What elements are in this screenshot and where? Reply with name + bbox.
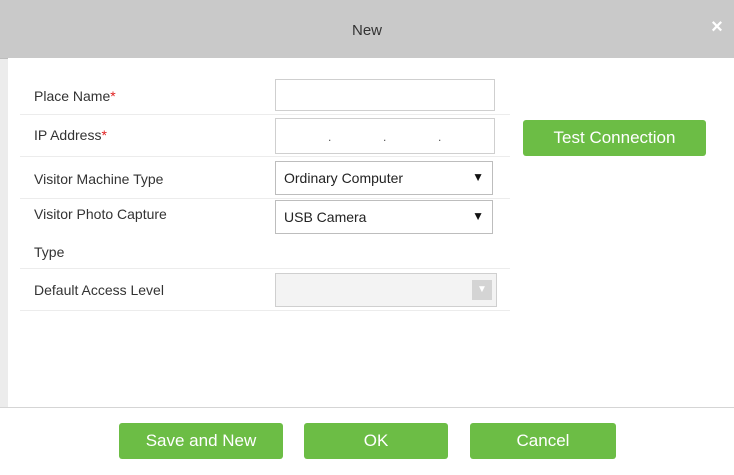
visitor-photo-capture-type-row: Visitor Photo Capture Type USB Camera ▼ bbox=[20, 200, 510, 269]
visitor-photo-capture-type-select[interactable]: USB Camera ▼ bbox=[275, 200, 493, 234]
place-name-row: Place Name* bbox=[20, 76, 510, 115]
visitor-machine-type-label: Visitor Machine Type bbox=[34, 171, 164, 187]
ip-separator: . bbox=[383, 130, 387, 144]
dialog-titlebar: New × bbox=[0, 0, 734, 59]
default-access-level-select[interactable]: ▼ bbox=[275, 273, 497, 307]
default-access-level-label: Default Access Level bbox=[34, 282, 164, 298]
visitor-photo-capture-type-label-cont: Type bbox=[34, 244, 65, 260]
dialog-footer: Save and New OK Cancel bbox=[0, 408, 734, 475]
dialog-title: New bbox=[351, 22, 382, 39]
close-icon[interactable]: × bbox=[708, 17, 726, 37]
chevron-down-icon: ▼ bbox=[477, 284, 487, 295]
required-mark: * bbox=[101, 127, 107, 143]
place-name-label-text: Place Name bbox=[34, 88, 111, 104]
ip-address-label-text: IP Address bbox=[34, 127, 102, 143]
ok-button[interactable]: OK bbox=[304, 423, 448, 459]
visitor-machine-type-value: Ordinary Computer bbox=[284, 170, 404, 186]
ip-separator: . bbox=[438, 130, 442, 144]
chevron-down-icon: ▼ bbox=[472, 170, 484, 184]
test-connection-button[interactable]: Test Connection bbox=[523, 120, 706, 156]
place-name-input[interactable] bbox=[275, 79, 495, 111]
visitor-photo-capture-type-value: USB Camera bbox=[284, 209, 367, 225]
ip-address-row: IP Address* . . . bbox=[20, 116, 510, 157]
save-and-new-button[interactable]: Save and New bbox=[119, 423, 283, 459]
ip-octet-separators: . . . bbox=[276, 125, 494, 145]
dialog-body: Place Name* IP Address* . . . Test Conne… bbox=[8, 58, 734, 408]
visitor-machine-type-select[interactable]: Ordinary Computer ▼ bbox=[275, 161, 493, 195]
ip-address-label: IP Address* bbox=[34, 127, 107, 143]
cancel-button[interactable]: Cancel bbox=[470, 423, 616, 459]
visitor-photo-capture-type-label: Visitor Photo Capture bbox=[34, 206, 167, 222]
required-mark: * bbox=[110, 88, 116, 104]
dropdown-button[interactable]: ▼ bbox=[472, 280, 492, 300]
new-place-dialog: New × Place Name* IP Address* . . . Test… bbox=[0, 0, 734, 475]
visitor-machine-type-row: Visitor Machine Type Ordinary Computer ▼ bbox=[20, 158, 510, 199]
ip-separator: . bbox=[328, 130, 332, 144]
default-access-level-row: Default Access Level ▼ bbox=[20, 270, 510, 311]
chevron-down-icon: ▼ bbox=[472, 209, 484, 223]
place-name-label: Place Name* bbox=[34, 88, 116, 104]
ip-address-input[interactable]: . . . bbox=[275, 118, 495, 154]
